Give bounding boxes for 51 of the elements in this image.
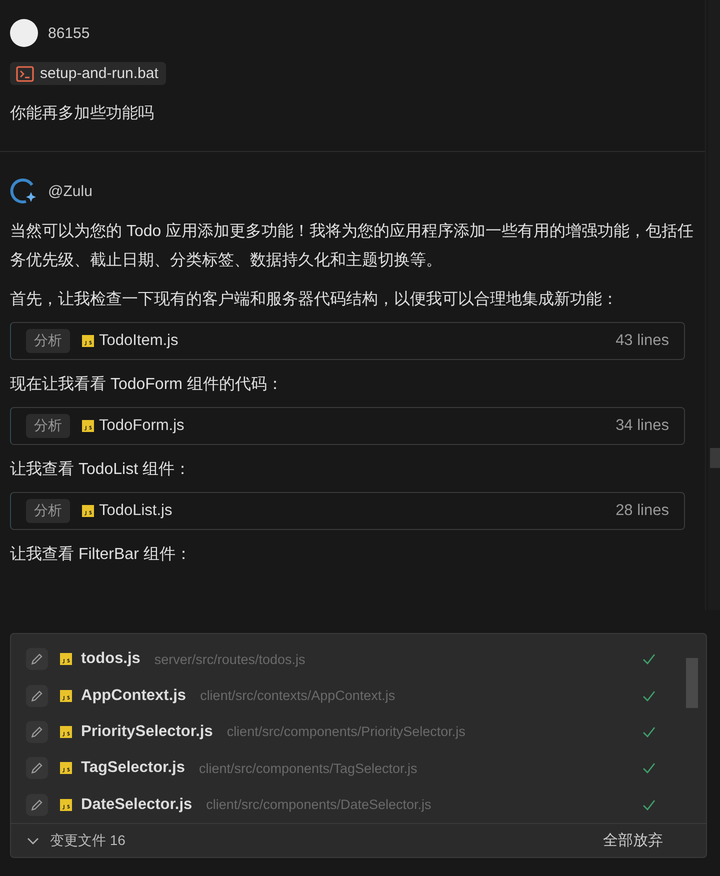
js-file-icon bbox=[82, 335, 94, 347]
message-text: 让我查看 TodoList 组件： bbox=[10, 460, 192, 480]
assistant-logo-icon bbox=[10, 177, 38, 205]
file-name[interactable]: todos.js bbox=[81, 650, 140, 668]
js-file-icon bbox=[82, 420, 94, 432]
assistant-name: @Zulu bbox=[48, 182, 92, 200]
changed-files-label: 变更文件 16 bbox=[50, 832, 126, 850]
js-file-icon bbox=[82, 505, 94, 517]
action-label: 分析 bbox=[26, 329, 70, 353]
file-card[interactable]: 分析 TodoForm.js 34 lines bbox=[10, 407, 685, 445]
discard-all-button[interactable]: 全部放弃 bbox=[595, 827, 671, 854]
message-text: 让我查看 FilterBar 组件： bbox=[10, 544, 192, 565]
terminal-icon bbox=[16, 66, 34, 82]
js-file-icon bbox=[60, 653, 72, 666]
js-file-icon bbox=[60, 762, 72, 774]
user-avatar bbox=[10, 19, 38, 47]
file-name: TodoItem.js bbox=[99, 332, 178, 350]
user-message-text: 你能再多加些功能吗 bbox=[10, 104, 155, 124]
chevron-icon[interactable] bbox=[26, 836, 40, 846]
js-file-icon bbox=[60, 798, 72, 811]
file-name: TodoForm.js bbox=[99, 417, 184, 435]
edit-icon[interactable] bbox=[26, 720, 48, 743]
file-name[interactable]: DateSelector.js bbox=[81, 796, 192, 814]
file-name: TodoList.js bbox=[99, 502, 172, 520]
edit-icon[interactable] bbox=[26, 648, 48, 670]
file-path: client/src/contexts/AppContext.js bbox=[200, 688, 396, 704]
scrollbar[interactable] bbox=[708, 0, 720, 610]
file-path: client/src/components/DateSelector.js bbox=[206, 797, 432, 812]
line-count: 28 lines bbox=[616, 502, 669, 520]
file-name[interactable]: TagSelector.js bbox=[81, 759, 185, 778]
file-name[interactable]: AppContext.js bbox=[81, 686, 186, 705]
action-label: 分析 bbox=[26, 499, 70, 523]
js-file-icon bbox=[60, 690, 72, 702]
line-count: 43 lines bbox=[616, 332, 669, 350]
action-label: 分析 bbox=[26, 414, 70, 438]
file-card[interactable]: 分析 TodoList.js 28 lines bbox=[10, 492, 685, 530]
message-text: 首先，让我检查一下现有的客户端和服务器代码结构，以便我可以合理地集成新功能： bbox=[10, 290, 619, 310]
message-text: 当然可以为您的 Todo 应用添加更多功能！我将为您的应用程序添加一些有用的增强功能，包括任务优先级、截止日期、分类标签、数据持久化和主题切换等。 bbox=[10, 222, 695, 271]
file-name[interactable]: PrioritySelector.js bbox=[81, 722, 213, 741]
message-text: 现在让我看看 TodoForm 组件的代码： bbox=[10, 374, 284, 395]
edit-icon[interactable] bbox=[26, 684, 48, 707]
file-card[interactable]: 分析 TodoItem.js 43 lines bbox=[10, 322, 685, 360]
file-path: server/src/routes/todos.js bbox=[154, 652, 306, 667]
js-file-icon bbox=[60, 726, 72, 738]
attachment-chip[interactable]: setup-and-run.bat bbox=[10, 62, 166, 85]
edit-icon[interactable] bbox=[26, 794, 48, 816]
file-path: client/src/components/TagSelector.js bbox=[198, 760, 418, 776]
line-count: 34 lines bbox=[616, 417, 669, 435]
user-name: 86155 bbox=[48, 24, 90, 42]
file-path: client/src/components/PrioritySelector.js bbox=[226, 724, 466, 740]
edit-icon[interactable] bbox=[26, 757, 48, 780]
